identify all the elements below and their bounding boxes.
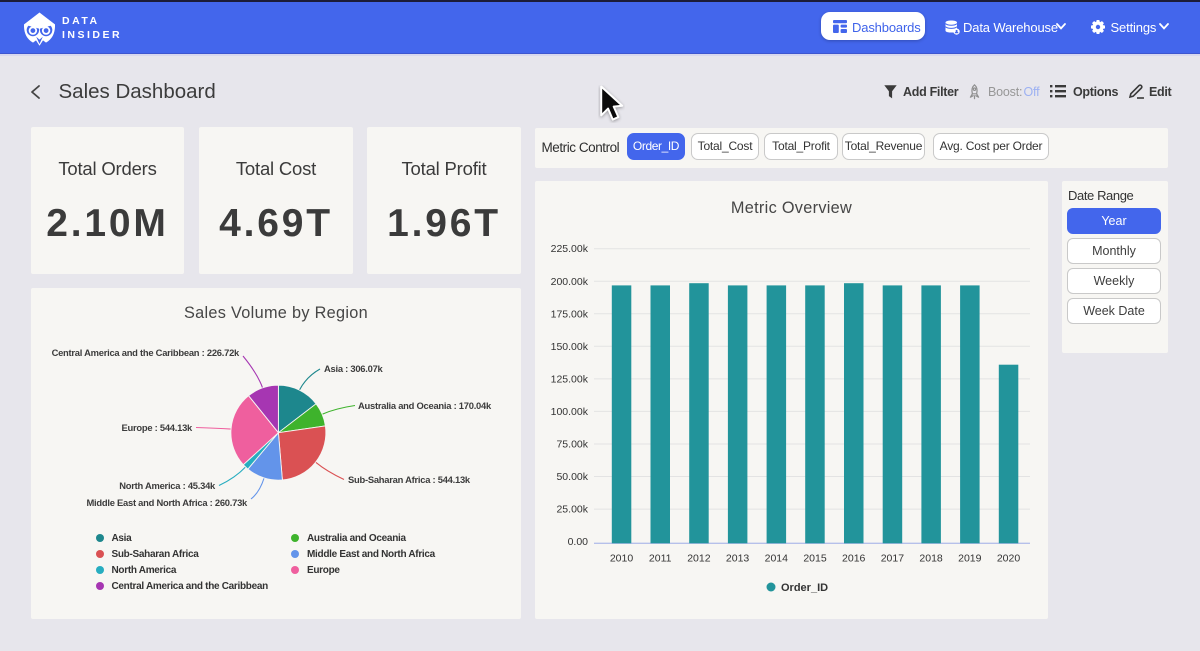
svg-text:225.00k: 225.00k	[551, 243, 589, 255]
svg-text:Order_ID: Order_ID	[781, 582, 828, 594]
svg-text:125.00k: 125.00k	[551, 373, 589, 385]
svg-text:25.00k: 25.00k	[556, 504, 588, 516]
svg-text:2015: 2015	[803, 553, 827, 565]
svg-text:100.00k: 100.00k	[551, 406, 589, 418]
svg-text:2017: 2017	[881, 553, 905, 565]
svg-text:2010: 2010	[610, 553, 634, 565]
svg-text:2012: 2012	[687, 553, 711, 565]
svg-text:175.00k: 175.00k	[551, 308, 589, 320]
svg-text:50.00k: 50.00k	[556, 471, 588, 483]
svg-text:2011: 2011	[649, 553, 672, 565]
svg-text:2020: 2020	[997, 553, 1021, 565]
svg-text:0.00: 0.00	[568, 536, 589, 548]
svg-text:150.00k: 150.00k	[551, 341, 589, 353]
svg-text:2019: 2019	[958, 553, 982, 565]
svg-text:2016: 2016	[842, 553, 866, 565]
svg-text:75.00k: 75.00k	[556, 439, 588, 451]
svg-text:2013: 2013	[726, 553, 750, 565]
svg-text:2014: 2014	[765, 553, 789, 565]
svg-text:200.00k: 200.00k	[551, 276, 589, 288]
svg-text:2018: 2018	[919, 553, 943, 565]
